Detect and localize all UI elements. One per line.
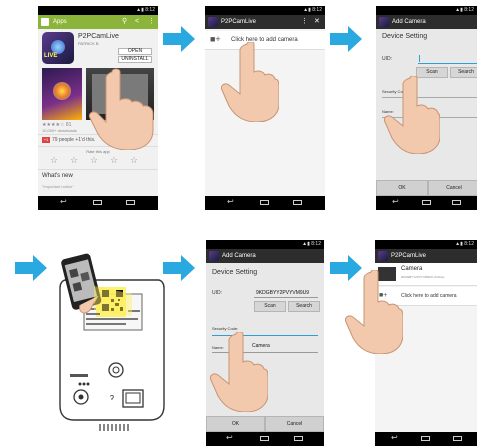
pointing-hand (345, 270, 403, 354)
pointing-hand (89, 68, 154, 150)
phone-screen-camera-list-empty: ▲▮ 8:12 P2PCamLive ⋮ ✕ ■+ Click here to … (205, 6, 325, 210)
search-button[interactable]: Search (288, 301, 320, 312)
text-cursor (419, 55, 420, 62)
recent-apps-icon[interactable] (452, 200, 461, 205)
navigation-bar: ↩ (205, 196, 325, 210)
status-bar: ▲▮ 8:12 (376, 6, 477, 15)
uid-label: UID: (212, 290, 222, 296)
close-icon[interactable]: ✕ (314, 15, 320, 29)
phone-screen-add-camera-filled: ▲▮ 8:12 Add Camera Device Setting UID: 9… (206, 240, 324, 446)
phone-screen-play-store: ▲▮ 8:12 Apps ⚲ < ⋮ LIVE P2PCamLive PATRI… (38, 6, 158, 210)
app-logo-icon (209, 251, 219, 261)
rate-star-icon[interactable]: ☆ (90, 156, 98, 165)
next-step-arrow-4 (163, 255, 195, 281)
phone-screen-add-camera-empty: ▲▮ 8:12 Add Camera Device Setting UID: S… (376, 6, 477, 210)
action-bar: Add Camera (376, 15, 477, 29)
rate-star-icon[interactable]: ☆ (110, 156, 118, 165)
action-bar: Add Camera (206, 249, 324, 263)
ip-camera-device: ɂ (59, 253, 165, 431)
security-code-label: Security Code: (212, 326, 239, 331)
play-store-action-bar: Apps ⚲ < ⋮ (38, 15, 158, 29)
status-bar: ▲▮ 8:12 (38, 6, 158, 15)
rate-star-icon[interactable]: ☆ (130, 156, 138, 165)
important-notice-text: "Important notice" (42, 184, 74, 189)
bar-title: P2PCamLive (221, 19, 257, 25)
next-step-arrow-1 (163, 26, 195, 52)
recent-apps-icon[interactable] (453, 436, 462, 441)
rate-star-icon[interactable]: ☆ (70, 156, 78, 165)
navigation-bar: ↩ (376, 196, 477, 210)
camera-name: Camera (401, 266, 423, 272)
ok-button[interactable]: OK (376, 180, 428, 196)
screenshot-thumbnail[interactable] (42, 68, 82, 120)
status-bar: ▲▮ 8:12 (206, 240, 324, 249)
section-title: Device Setting (382, 33, 428, 40)
recent-apps-icon[interactable] (294, 436, 303, 441)
cancel-button[interactable]: Cancel (428, 180, 477, 196)
app-logo-icon (379, 17, 389, 27)
add-camera-icon: ■+ (210, 34, 221, 44)
status-bar: ▲▮ 8:12 (375, 240, 477, 249)
action-bar: P2PCamLive ⋮ ✕ (205, 15, 325, 29)
recent-apps-icon[interactable] (126, 200, 135, 205)
home-icon[interactable] (260, 200, 269, 205)
scan-button[interactable]: Scan (254, 301, 286, 312)
app-logo-icon (378, 251, 388, 261)
back-icon[interactable]: ↩ (227, 197, 234, 206)
next-step-arrow-3 (15, 255, 47, 281)
plus-one-icon[interactable]: +1 (42, 137, 50, 143)
app-icon: LIVE (42, 32, 74, 64)
bar-title: Add Camera (392, 19, 426, 25)
uid-input[interactable]: 9KDGBYY2PVYVM9U9 (256, 290, 309, 296)
svg-text:ɂ: ɂ (110, 392, 114, 402)
rate-star-icon[interactable]: ☆ (50, 156, 58, 165)
developer-name[interactable]: PATRICK B (78, 41, 99, 46)
action-bar: P2PCamLive (375, 249, 477, 263)
live-badge: LIVE (44, 53, 58, 59)
share-icon[interactable]: < (135, 15, 139, 29)
search-button[interactable]: Search (450, 67, 477, 78)
cancel-button[interactable]: Cancel (265, 416, 324, 432)
app-logo-icon (208, 17, 218, 27)
home-icon[interactable] (260, 436, 269, 441)
pointing-hand (384, 76, 440, 154)
recent-apps-icon[interactable] (293, 200, 302, 205)
back-icon[interactable]: ↩ (391, 433, 398, 442)
back-icon[interactable]: ↩ (392, 197, 399, 206)
section-title: Device Setting (212, 269, 258, 276)
navigation-bar: ↩ (375, 432, 477, 446)
overflow-menu-icon[interactable]: ⋮ (301, 15, 308, 29)
status-bar: ▲▮ 8:12 (205, 6, 325, 15)
open-button[interactable]: OPEN (118, 48, 152, 55)
home-icon[interactable] (93, 200, 102, 205)
navigation-bar: ↩ (206, 432, 324, 446)
pointing-hand (221, 42, 279, 122)
uninstall-button[interactable]: UNINSTALL (118, 56, 152, 63)
camera-uid: 9KDGBYY2PVYVM9U9 (Online) (401, 275, 445, 279)
home-icon[interactable] (421, 436, 430, 441)
shopping-bag-icon[interactable] (41, 18, 49, 26)
navigation-bar: ↩ (38, 196, 158, 210)
app-name: P2PCamLive (78, 33, 119, 40)
next-step-arrow-2 (330, 26, 362, 52)
whats-new-heading: What's new (42, 173, 73, 179)
ok-button[interactable]: OK (206, 416, 265, 432)
overflow-menu-icon[interactable]: ⋮ (148, 15, 155, 29)
bar-title: Apps (53, 19, 67, 25)
bar-title: Add Camera (222, 253, 256, 259)
add-camera-label: Click here to add camera (401, 293, 457, 299)
downloads-text: 10,000+ downloads (42, 128, 77, 133)
uid-input[interactable] (418, 63, 477, 64)
bar-title: P2PCamLive (391, 253, 427, 259)
home-icon[interactable] (422, 200, 431, 205)
search-icon[interactable]: ⚲ (122, 15, 127, 29)
uid-label: UID: (382, 56, 392, 62)
back-icon[interactable]: ↩ (60, 197, 67, 206)
back-icon[interactable]: ↩ (226, 433, 233, 442)
pointing-hand (210, 332, 268, 412)
